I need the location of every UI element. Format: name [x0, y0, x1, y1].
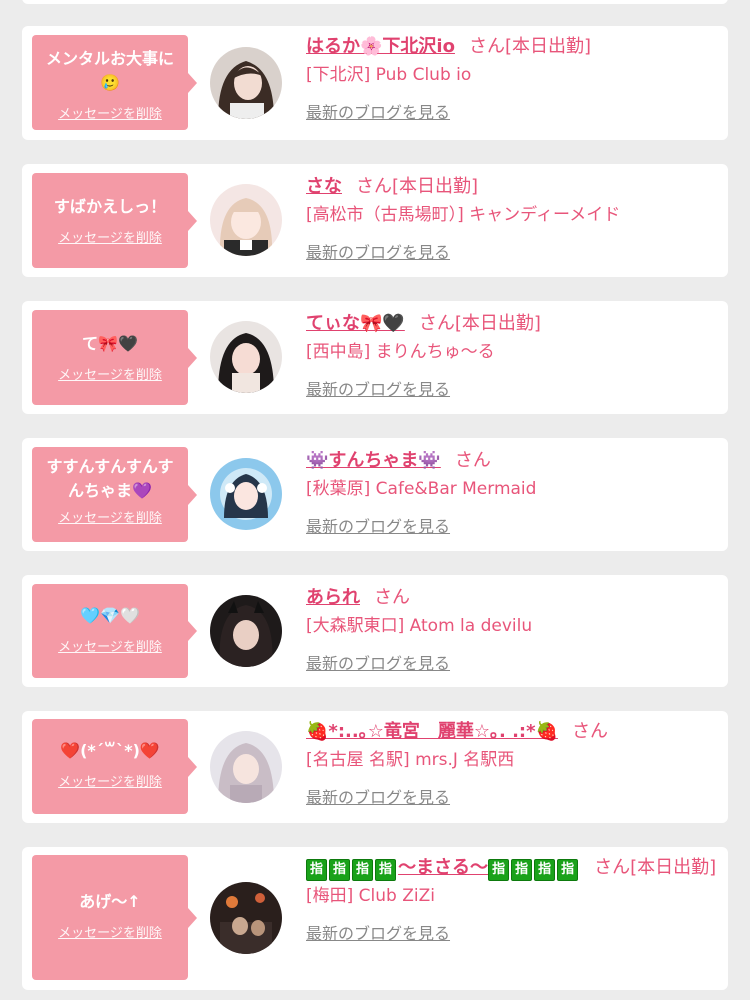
avatar[interactable]: [210, 882, 282, 954]
shop-name: [梅田] Club ZiZi: [306, 886, 435, 906]
friend-name-link[interactable]: はるか🌸下北沢io: [306, 36, 455, 57]
friend-card: ❤️(*´꒳`*)❤️ メッセージを削除 🍓*:..｡☆竜宮 麗華☆｡. .:*…: [22, 711, 728, 823]
honorific-status: さん[本日出勤]: [594, 857, 717, 878]
friend-name-link[interactable]: 👾すんちゃま👾: [306, 450, 441, 471]
delete-message-link[interactable]: メッセージを削除: [58, 364, 162, 383]
message-bubble: メンタルお大事に🥲 メッセージを削除: [32, 35, 197, 130]
latest-blog-link[interactable]: 最新のブログを見る: [306, 513, 450, 537]
delete-message-link[interactable]: メッセージを削除: [58, 636, 162, 655]
delete-message-link[interactable]: メッセージを削除: [58, 103, 162, 122]
shop-name: [西中島] まりんちゅ〜る: [306, 342, 495, 362]
friend-card: あげ〜↑ メッセージを削除 指指指指〜まさる〜指指指指さん[本日出勤] [梅田]…: [22, 847, 728, 990]
finger-emoji-box: 指: [352, 859, 374, 881]
honorific-status: さん[本日出勤]: [468, 36, 591, 57]
finger-emoji-box: 指: [306, 859, 328, 881]
honorific-status: さん: [571, 721, 608, 742]
friend-info: 👾すんちゃま👾 さん [秋葉原] Cafe&Bar Mermaid 最新のブログを…: [306, 448, 718, 537]
shop-name: [秋葉原] Cafe&Bar Mermaid: [306, 479, 537, 499]
shop-name: [名古屋 名駅] mrs.J 名駅西: [306, 750, 515, 770]
avatar[interactable]: [210, 184, 282, 256]
avatar[interactable]: [210, 321, 282, 393]
message-text: すすんすんすんすんちゃま💜: [46, 457, 174, 500]
friend-card: すすんすんすんすんちゃま💜 メッセージを削除 👾すんちゃま👾 さん [秋葉原] C…: [22, 438, 728, 551]
friend-card: て🎀🖤 メッセージを削除 てぃな🎀🖤 さん[本日出勤] [西中島] まりんちゅ〜る…: [22, 301, 728, 414]
finger-emoji-box: 指: [534, 859, 556, 881]
friend-name-link[interactable]: 🍓*:..｡☆竜宮 麗華☆｡. .:*🍓: [306, 721, 558, 742]
shop-name: [大森駅東口] Atom la devilu: [306, 616, 533, 636]
friend-card: すばかえしっ！ メッセージを削除 さな さん[本日出勤] [高松市（古馬場町）] …: [22, 164, 728, 277]
message-text: すばかえしっ！: [53, 197, 167, 216]
finger-emoji-box: 指: [557, 859, 579, 881]
finger-emoji-box: 指: [375, 859, 397, 881]
shop-name: [高松市（古馬場町）] キャンディーメイド: [306, 205, 621, 225]
friend-name-link[interactable]: てぃな🎀🖤: [306, 313, 405, 334]
friend-name-link[interactable]: あられ: [306, 587, 360, 608]
message-text: 🩵💎🤍: [80, 606, 140, 625]
finger-emoji-box: 指: [488, 859, 510, 881]
honorific-status: さん[本日出勤]: [418, 313, 541, 334]
friend-info: てぃな🎀🖤 さん[本日出勤] [西中島] まりんちゅ〜る 最新のブログを見る: [306, 311, 718, 400]
message-bubble: 🩵💎🤍 メッセージを削除: [32, 584, 197, 678]
delete-message-link[interactable]: メッセージを削除: [58, 227, 162, 246]
latest-blog-link[interactable]: 最新のブログを見る: [306, 99, 450, 123]
friend-info: さな さん[本日出勤] [高松市（古馬場町）] キャンディーメイド 最新のブログを…: [306, 174, 718, 263]
friend-name-link[interactable]: 指指指指〜まさる〜指指指指: [306, 857, 580, 881]
message-bubble: あげ〜↑ メッセージを削除: [32, 855, 197, 980]
avatar[interactable]: [210, 595, 282, 667]
honorific-status: さん[本日出勤]: [356, 176, 479, 197]
latest-blog-link[interactable]: 最新のブログを見る: [306, 784, 450, 808]
delete-message-link[interactable]: メッセージを削除: [58, 507, 162, 526]
message-text: メンタルお大事に🥲: [45, 49, 174, 92]
avatar[interactable]: [210, 731, 282, 803]
avatar[interactable]: [210, 458, 282, 530]
message-bubble: すすんすんすんすんちゃま💜 メッセージを削除: [32, 447, 197, 542]
honorific-status: さん: [374, 587, 410, 608]
friend-info: 🍓*:..｡☆竜宮 麗華☆｡. .:*🍓 さん [名古屋 名駅] mrs.J 名駅…: [306, 719, 718, 808]
message-text: ❤️(*´꒳`*)❤️: [60, 741, 160, 760]
friend-info: 指指指指〜まさる〜指指指指さん[本日出勤] [梅田] Club ZiZi 最新の…: [306, 855, 718, 944]
latest-blog-link[interactable]: 最新のブログを見る: [306, 239, 450, 263]
friend-card: 🩵💎🤍 メッセージを削除 あられ さん [大森駅東口] Atom la devil…: [22, 575, 728, 687]
honorific-status: さん: [454, 450, 491, 471]
shop-name: [下北沢] Pub Club io: [306, 65, 472, 85]
message-bubble: て🎀🖤 メッセージを削除: [32, 310, 197, 405]
latest-blog-link[interactable]: 最新のブログを見る: [306, 920, 450, 944]
finger-emoji-box: 指: [329, 859, 351, 881]
friend-info: はるか🌸下北沢io さん[本日出勤] [下北沢] Pub Club io 最新のブ…: [306, 34, 718, 123]
message-text: あげ〜↑: [79, 892, 141, 911]
delete-message-link[interactable]: メッセージを削除: [58, 922, 162, 941]
friend-info: あられ さん [大森駅東口] Atom la devilu 最新のブログを見る: [306, 585, 718, 674]
avatar[interactable]: [210, 47, 282, 119]
previous-card-edge: [22, 0, 728, 4]
delete-message-link[interactable]: メッセージを削除: [58, 771, 162, 790]
friend-name-text: 〜まさる〜: [398, 857, 489, 878]
friend-card: メンタルお大事に🥲 メッセージを削除 はるか🌸下北沢io さん[本日出勤] [下北…: [22, 26, 728, 140]
message-bubble: すばかえしっ！ メッセージを削除: [32, 173, 197, 268]
message-text: て🎀🖤: [82, 334, 138, 353]
friend-name-link[interactable]: さな: [306, 176, 342, 197]
finger-emoji-box: 指: [511, 859, 533, 881]
message-bubble: ❤️(*´꒳`*)❤️ メッセージを削除: [32, 719, 197, 814]
latest-blog-link[interactable]: 最新のブログを見る: [306, 650, 450, 674]
latest-blog-link[interactable]: 最新のブログを見る: [306, 376, 450, 400]
